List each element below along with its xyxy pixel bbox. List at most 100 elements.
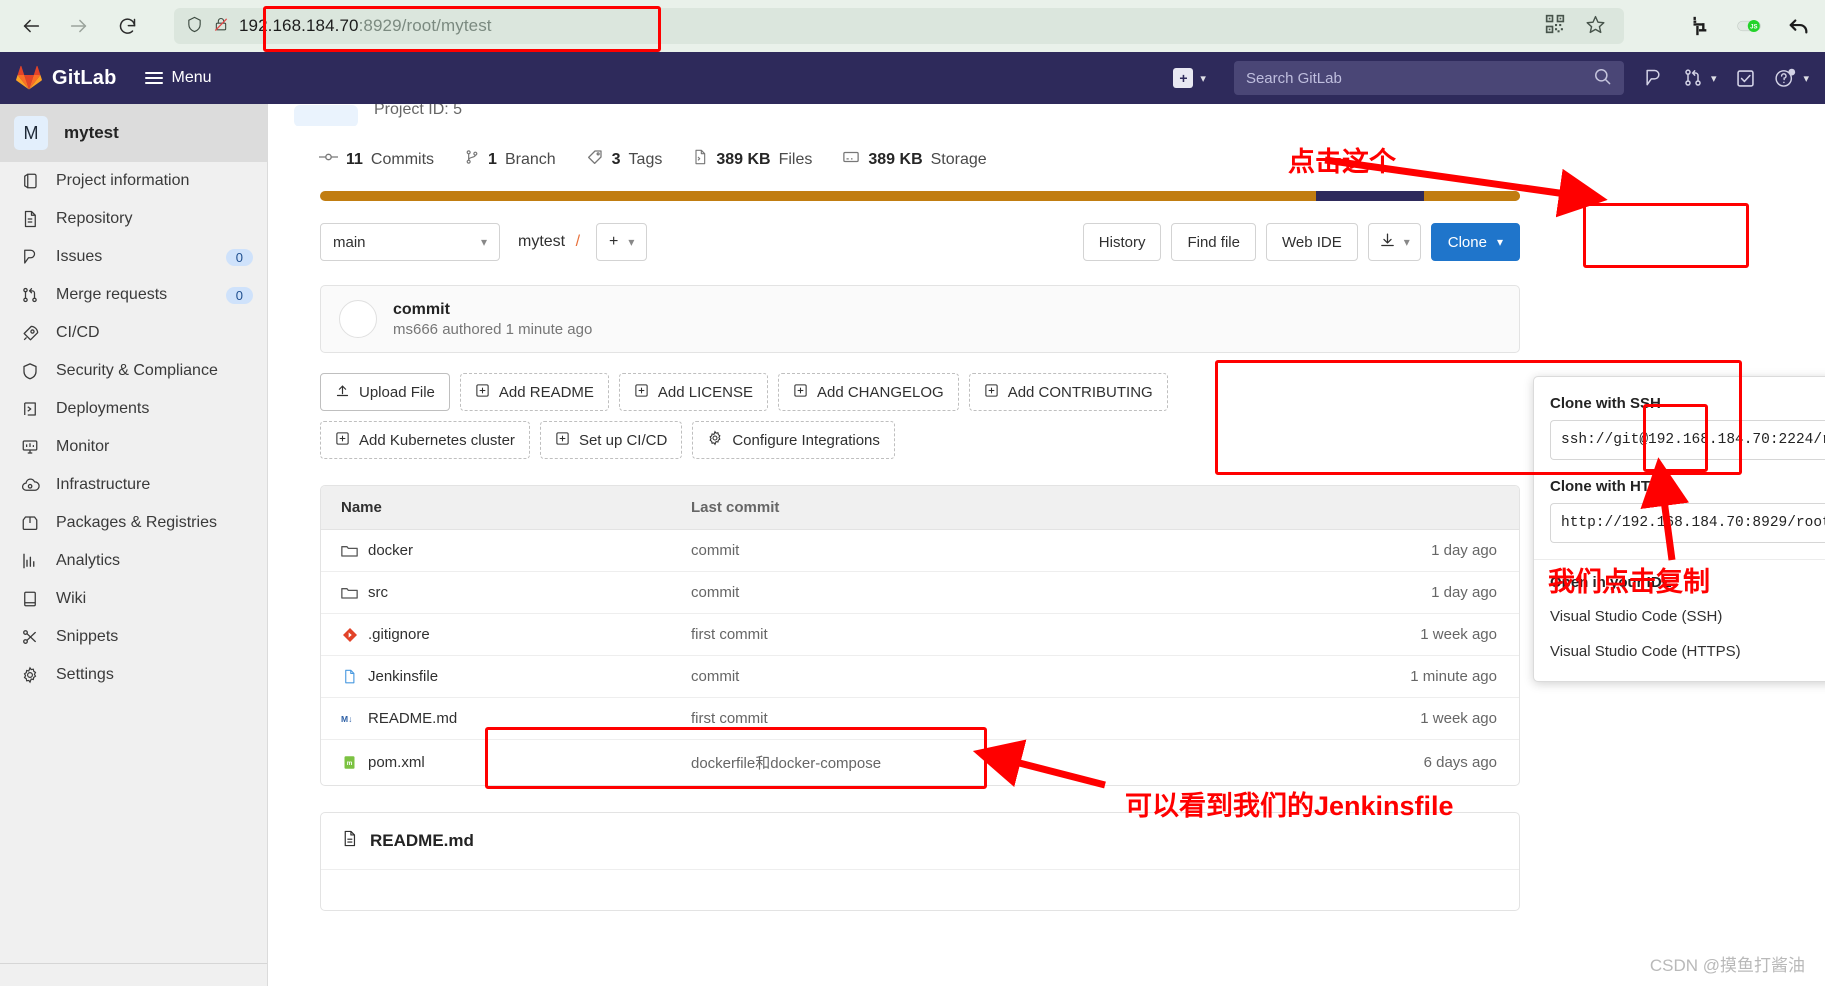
sidebar-item-monitor[interactable]: Monitor [0, 428, 267, 466]
sidebar-item-repository[interactable]: Repository [0, 200, 267, 238]
file-commit[interactable]: first commit [691, 710, 1289, 727]
add-contributing-button[interactable]: Add CONTRIBUTING [968, 373, 1168, 411]
folder-icon [341, 542, 358, 559]
main-menu-button[interactable]: Menu [144, 69, 212, 87]
action-label: Upload File [359, 383, 435, 401]
url-field[interactable]: 192.168.184.70:8929/root/mytest [174, 8, 1624, 44]
file-commit[interactable]: commit [691, 542, 1289, 559]
help-menu[interactable]: ▾ [1774, 67, 1809, 89]
action-label: Add Kubernetes cluster [359, 431, 515, 449]
set-up-ci-cd-button[interactable]: Set up CI/CD [539, 421, 683, 459]
sidebar-item-label: Wiki [56, 590, 87, 607]
file-commit[interactable]: commit [691, 668, 1289, 685]
branch-name: main [333, 233, 366, 251]
clone-button[interactable]: Clone ▾ [1430, 223, 1520, 261]
undo-arrow-icon[interactable] [1787, 14, 1811, 38]
language-segment-orange [1424, 191, 1520, 201]
sidebar-item-snippets[interactable]: Snippets [0, 618, 267, 656]
add-readme-button[interactable]: Add README [459, 373, 609, 411]
merge-requests-menu[interactable]: ▾ [1682, 67, 1716, 89]
annotation-click-copy: 我们点击复制 [1548, 567, 1710, 597]
issues-icon[interactable] [1642, 67, 1664, 89]
folder-icon [341, 584, 358, 601]
table-row[interactable]: m pom.xml dockerfile和docker-compose 6 da… [321, 740, 1519, 785]
table-row[interactable]: src commit 1 day ago [321, 572, 1519, 614]
sidebar-item-project-information[interactable]: Project information [0, 162, 267, 200]
stat-value: 3 [611, 150, 621, 168]
add-kubernetes-cluster-button[interactable]: Add Kubernetes cluster [320, 421, 530, 459]
file-commit[interactable]: dockerfile和docker-compose [691, 752, 1289, 773]
project-id-row: Project ID: 5 [294, 104, 1494, 126]
history-button[interactable]: History [1082, 223, 1162, 261]
gitlab-logo[interactable]: GitLab [16, 65, 117, 91]
stat-files: 389 KB Files [692, 148, 812, 171]
file-name-cell[interactable]: src [321, 584, 691, 601]
sidebar-item-issues[interactable]: Issues 0 [0, 238, 267, 276]
stat-branches[interactable]: 1 Branch [464, 148, 556, 171]
column-header-updated [1289, 499, 1519, 516]
sidebar-item-label: Repository [56, 210, 133, 227]
chevron-down-icon: ▾ [1200, 72, 1206, 85]
configure-integrations-button[interactable]: Configure Integrations [692, 421, 895, 459]
file-table-header: Name Last commit [321, 486, 1519, 530]
file-name-cell[interactable]: docker [321, 542, 691, 559]
sidebar-item-merge-requests[interactable]: Merge requests 0 [0, 276, 267, 314]
qr-code-icon[interactable] [1545, 14, 1565, 38]
table-row[interactable]: M↓ README.md first commit 1 week ago [321, 698, 1519, 740]
stat-value: 389 KB [716, 150, 771, 168]
crop-icon[interactable] [1687, 14, 1711, 38]
gitlab-fox-icon [16, 65, 42, 90]
upload-file-button[interactable]: Upload File [320, 373, 450, 411]
add-changelog-button[interactable]: Add CHANGELOG [777, 373, 959, 411]
search-input[interactable]: Search GitLab [1233, 61, 1624, 95]
file-name-cell[interactable]: M↓ README.md [321, 710, 691, 727]
sidebar-item-wiki[interactable]: Wiki [0, 580, 267, 618]
back-arrow-icon[interactable] [14, 9, 48, 43]
latest-commit-card[interactable]: commit ms666 authored 1 minute ago [320, 285, 1520, 353]
stat-commits[interactable]: 11 Commits [318, 150, 434, 169]
create-new-button[interactable]: + ▾ [1173, 68, 1206, 88]
find-file-button[interactable]: Find file [1171, 223, 1256, 261]
sidebar-item-security-compliance[interactable]: Security & Compliance [0, 352, 267, 390]
file-commit[interactable]: commit [691, 584, 1289, 601]
package-icon [20, 513, 40, 533]
star-icon[interactable] [1585, 14, 1606, 39]
vscode-https-item[interactable]: Visual Studio Code (HTTPS) [1534, 634, 1825, 669]
file-name: docker [368, 542, 414, 559]
gear-icon [707, 430, 723, 450]
add-to-repo-button[interactable]: + ▾ [596, 223, 648, 261]
clone-http-label: Clone with HTTP [1550, 478, 1670, 495]
watermark: CSDN @摸鱼打酱油 [1649, 956, 1805, 975]
file-name-cell[interactable]: m pom.xml [321, 754, 691, 771]
javascript-toggle-icon[interactable]: JS [1737, 14, 1761, 38]
sidebar-item-ci-cd[interactable]: CI/CD [0, 314, 267, 352]
sidebar-item-settings[interactable]: Settings [0, 656, 267, 694]
table-row[interactable]: .gitignore first commit 1 week ago [321, 614, 1519, 656]
file-name-cell[interactable]: Jenkinsfile [321, 668, 691, 685]
sidebar-item-analytics[interactable]: Analytics [0, 542, 267, 580]
table-row[interactable]: Jenkinsfile commit 1 minute ago [321, 656, 1519, 698]
reload-icon[interactable] [110, 9, 144, 43]
sidebar-item-packages-registries[interactable]: Packages & Registries [0, 504, 267, 542]
add-license-button[interactable]: Add LICENSE [618, 373, 768, 411]
commit-message[interactable]: commit [393, 301, 592, 319]
sidebar-item-infrastructure[interactable]: Infrastructure [0, 466, 267, 504]
address-bar[interactable]: 192.168.184.70:8929/root/mytest [174, 8, 1659, 44]
clone-http-url-input[interactable]: http://192.168.184.70:8929/root [1550, 503, 1825, 543]
vscode-ssh-item[interactable]: Visual Studio Code (SSH) [1534, 599, 1825, 634]
sidebar-project-header[interactable]: M mytest [0, 104, 267, 162]
forward-arrow-icon[interactable] [62, 9, 96, 43]
breadcrumb-project[interactable]: mytest [518, 233, 565, 250]
clone-ssh-url-input[interactable]: ssh://git@192.168.184.70:2224/r [1550, 420, 1825, 460]
download-source-button[interactable]: ▾ [1367, 223, 1421, 261]
commit-icon [318, 150, 339, 169]
file-commit[interactable]: first commit [691, 626, 1289, 643]
todo-check-icon[interactable] [1734, 67, 1756, 89]
web-ide-button[interactable]: Web IDE [1265, 223, 1358, 261]
stat-tags[interactable]: 3 Tags [586, 148, 662, 171]
chevron-down-icon: ▾ [480, 235, 487, 249]
sidebar-item-deployments[interactable]: Deployments [0, 390, 267, 428]
table-row[interactable]: docker commit 1 day ago [321, 530, 1519, 572]
branch-selector[interactable]: main ▾ [320, 223, 500, 261]
file-name-cell[interactable]: .gitignore [321, 626, 691, 643]
